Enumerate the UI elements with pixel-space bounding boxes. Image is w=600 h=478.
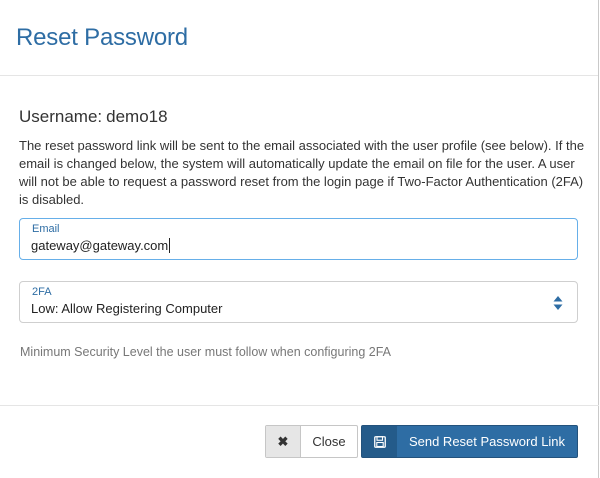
- modal-title: Reset Password: [16, 24, 188, 51]
- twofa-help-text: Minimum Security Level the user must fol…: [20, 345, 391, 359]
- close-button-label: Close: [312, 434, 346, 449]
- username-line: Username: demo18: [19, 107, 172, 127]
- save-icon: [362, 426, 397, 457]
- reset-password-modal: Reset Password Username: demo18 The reset…: [0, 0, 599, 478]
- select-arrows-icon: [553, 296, 563, 310]
- close-icon: ✖: [266, 426, 301, 457]
- twofa-selected-value: Low: Allow Registering Computer: [31, 301, 223, 316]
- send-reset-link-button[interactable]: Send Reset Password Link: [361, 425, 578, 458]
- email-field-label: Email: [32, 223, 60, 235]
- twofa-select[interactable]: 2FA Low: Allow Registering Computer: [19, 281, 578, 323]
- username-label: Username:: [19, 107, 103, 126]
- twofa-select-label: 2FA: [32, 286, 52, 298]
- close-button[interactable]: ✖ Close: [265, 425, 358, 458]
- email-value-text: gateway@gateway.com: [31, 238, 169, 253]
- modal-header: Reset Password: [0, 0, 598, 76]
- text-caret: [169, 238, 171, 253]
- email-field[interactable]: Email gateway@gateway.com: [19, 218, 578, 260]
- description-text: The reset password link will be sent to …: [19, 138, 585, 207]
- send-button-label: Send Reset Password Link: [408, 434, 566, 449]
- email-field-value[interactable]: gateway@gateway.com: [31, 238, 171, 253]
- username-value: demo18: [106, 107, 168, 126]
- modal-footer: ✖ Close Send Reset Password Link: [0, 405, 599, 478]
